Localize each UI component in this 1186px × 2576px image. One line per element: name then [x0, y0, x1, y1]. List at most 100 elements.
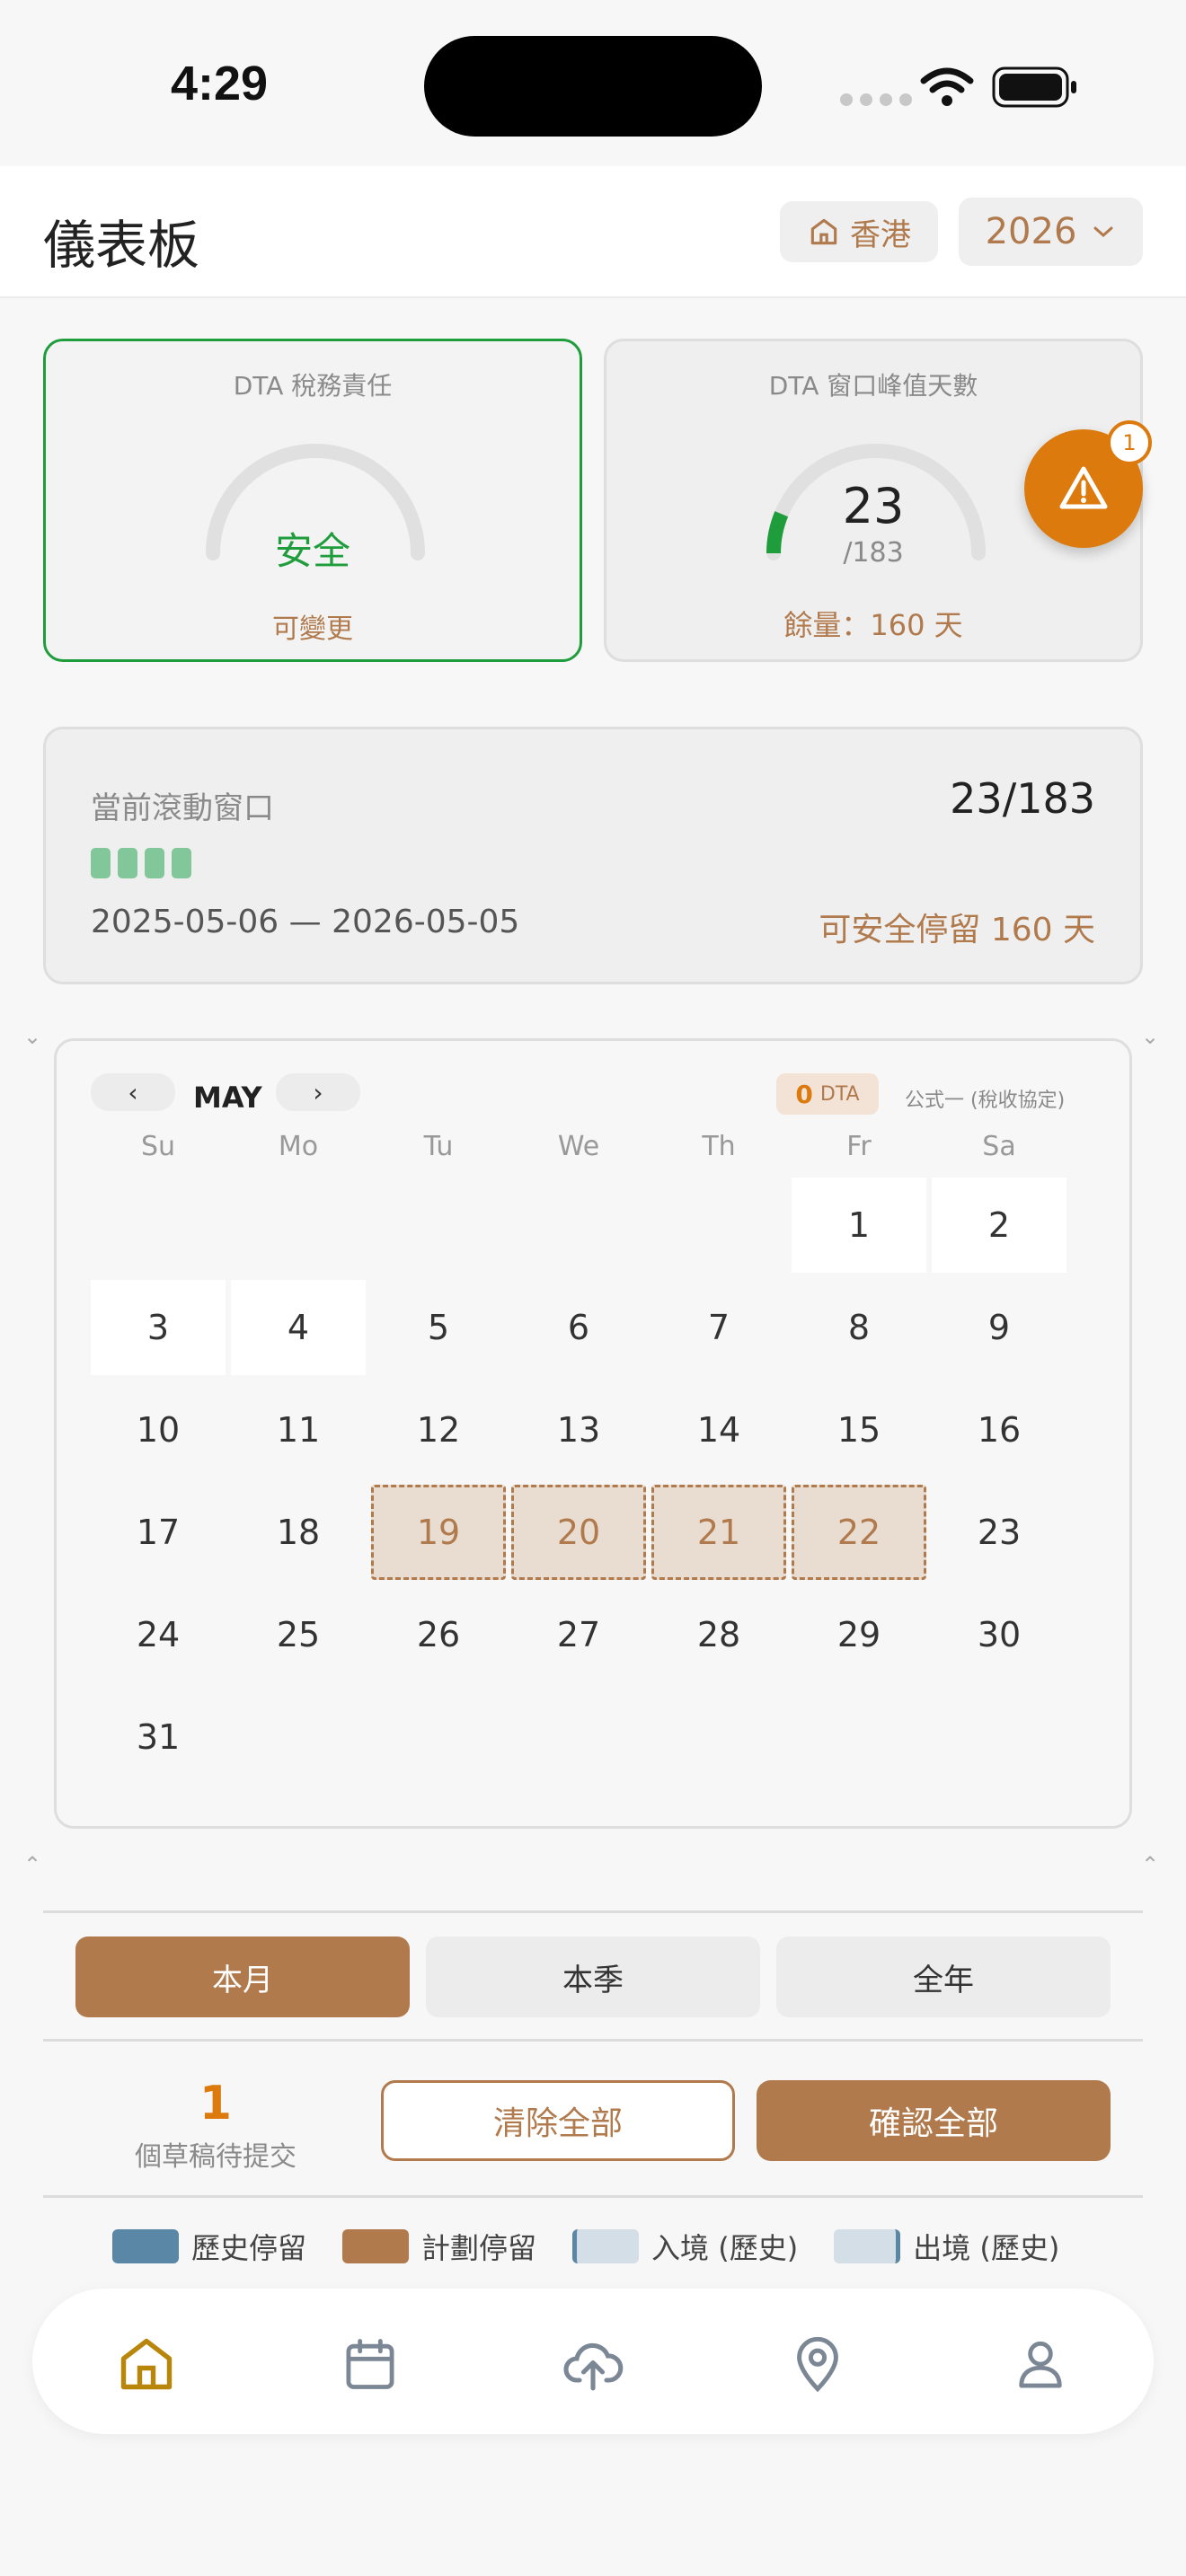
- calendar-day-20[interactable]: 20: [511, 1485, 646, 1580]
- dta-liability-card[interactable]: DTA 稅務責任 安全 可變更: [43, 339, 582, 662]
- dta-chip-label: DTA: [819, 1082, 860, 1106]
- window-range: 2025-05-06 — 2026-05-05: [91, 904, 520, 940]
- peak-remaining: 餘量：160 天: [783, 608, 963, 642]
- next-month-button[interactable]: ›: [276, 1073, 360, 1111]
- calendar-day-19[interactable]: 19: [371, 1485, 506, 1580]
- region-label: 香港: [850, 216, 911, 253]
- prev-month-button[interactable]: ‹: [91, 1073, 175, 1111]
- legend-swatch: [572, 2229, 640, 2263]
- calendar-day-30[interactable]: 30: [932, 1587, 1067, 1682]
- legend-label: 歷史停留: [191, 2231, 307, 2265]
- calendar-day-11[interactable]: 11: [231, 1382, 366, 1478]
- confirm-all-button[interactable]: 確認全部: [757, 2080, 1111, 2161]
- draft-count: 1: [199, 2077, 233, 2130]
- tab-quarter[interactable]: 本季: [426, 1936, 760, 2017]
- page-title: 儀表板: [43, 215, 200, 276]
- window-safe-stay: 可安全停留 160 天: [819, 912, 1095, 948]
- home-icon: [120, 2338, 173, 2390]
- tab-month[interactable]: 本月: [75, 1936, 410, 2017]
- calendar-day-23[interactable]: 23: [932, 1485, 1067, 1580]
- calendar-day-28[interactable]: 28: [651, 1587, 786, 1682]
- location-icon: [797, 2336, 838, 2393]
- calendar-day-31[interactable]: 31: [91, 1689, 226, 1785]
- liability-note: 可變更: [272, 613, 353, 645]
- calendar-day-15[interactable]: 15: [792, 1382, 926, 1478]
- calendar-day-18[interactable]: 18: [231, 1485, 366, 1580]
- dta-count: 0: [795, 1079, 813, 1109]
- alert-count-badge: 1: [1107, 420, 1152, 465]
- calendar-day-22[interactable]: 22: [792, 1485, 926, 1580]
- calendar-day-16[interactable]: 16: [932, 1382, 1067, 1478]
- calendar-day-5[interactable]: 5: [371, 1280, 506, 1375]
- calendar-day-2[interactable]: 2: [932, 1178, 1067, 1273]
- weekday-label: Th: [702, 1131, 736, 1162]
- calendar-day-21[interactable]: 21: [651, 1485, 786, 1580]
- warning-icon: [1059, 466, 1108, 509]
- calendar-day-27[interactable]: 27: [511, 1587, 646, 1682]
- legend-item-entry: 入境 (歷史): [572, 2226, 798, 2267]
- tab-calendar[interactable]: [334, 2328, 406, 2400]
- calendar-day-26[interactable]: 26: [371, 1587, 506, 1682]
- divider: [43, 1910, 1143, 1913]
- tab-home[interactable]: [111, 2328, 182, 2400]
- calendar-day-4[interactable]: 4: [231, 1280, 366, 1375]
- weekday-label: Tu: [423, 1131, 454, 1162]
- window-label: 當前滾動窗口: [91, 790, 274, 826]
- calendar-day-25[interactable]: 25: [231, 1587, 366, 1682]
- calendar-day-12[interactable]: 12: [371, 1382, 506, 1478]
- rolling-window-card[interactable]: 當前滾動窗口 23/183 2025-05-06 — 2026-05-05 可安…: [43, 727, 1143, 984]
- month-label: MAY: [193, 1081, 262, 1115]
- year-label: 2026: [985, 211, 1077, 252]
- swipe-corner-mark: ⌄: [1141, 1024, 1160, 1049]
- swipe-corner-mark: ⌄: [23, 1024, 42, 1049]
- card-label: DTA 稅務責任: [233, 371, 393, 401]
- calendar-day-24[interactable]: 24: [91, 1587, 226, 1682]
- divider: [43, 2039, 1143, 2042]
- calendar-day-6[interactable]: 6: [511, 1280, 646, 1375]
- clear-all-button[interactable]: 清除全部: [381, 2080, 735, 2161]
- legend-label: 入境 (歷史): [651, 2231, 799, 2265]
- tab-location[interactable]: [782, 2328, 854, 2400]
- dta-count-chip: 0 DTA: [776, 1073, 879, 1115]
- legend-label: 出境 (歷史): [913, 2231, 1060, 2265]
- treaty-note: 公式一 (稅收協定): [905, 1090, 1066, 1112]
- calendar-day-8[interactable]: 8: [792, 1280, 926, 1375]
- legend-swatch: [834, 2229, 901, 2263]
- signal-icon: [840, 93, 912, 106]
- tab-profile[interactable]: [1005, 2328, 1076, 2400]
- window-ratio: 23/183: [950, 774, 1095, 823]
- legend-label: 計劃停留: [421, 2231, 537, 2265]
- calendar-day-7[interactable]: 7: [651, 1280, 786, 1375]
- region-selector[interactable]: 香港: [780, 201, 938, 262]
- calendar: ‹ MAY › 0 DTA 公式一 (稅收協定) Su Mo Tu We Th Fr Sa 1…: [54, 1038, 1132, 1829]
- calendar-day-13[interactable]: 13: [511, 1382, 646, 1478]
- chevron-down-icon: [1093, 226, 1113, 238]
- calendar-day-29[interactable]: 29: [792, 1587, 926, 1682]
- legend: 歷史停留 計劃停留 入境 (歷史) 出境 (歷史): [112, 2226, 1059, 2267]
- swipe-corner-mark: ⌃: [1141, 1852, 1160, 1877]
- calendar-day-9[interactable]: 9: [932, 1280, 1067, 1375]
- card-label: DTA 窗口峰值天數: [768, 371, 978, 401]
- tab-year[interactable]: 全年: [776, 1936, 1111, 2017]
- tab-upload[interactable]: [557, 2328, 629, 2400]
- calendar-icon: [346, 2339, 394, 2389]
- legend-swatch: [342, 2229, 410, 2263]
- dynamic-island: [424, 36, 762, 137]
- weekday-label: Mo: [278, 1131, 319, 1162]
- wifi-icon: [920, 67, 974, 106]
- calendar-day-14[interactable]: 14: [651, 1382, 786, 1478]
- liability-status: 安全: [274, 529, 350, 573]
- calendar-day-17[interactable]: 17: [91, 1485, 226, 1580]
- calendar-day-1[interactable]: 1: [792, 1178, 926, 1273]
- calendar-day-3[interactable]: 3: [91, 1280, 226, 1375]
- year-selector[interactable]: 2026: [959, 198, 1143, 266]
- legend-swatch: [112, 2229, 179, 2263]
- profile-icon: [1019, 2341, 1062, 2388]
- weekday-label: Su: [140, 1131, 176, 1162]
- legend-item-planned: 計劃停留: [342, 2226, 536, 2267]
- swipe-corner-mark: ⌃: [23, 1852, 42, 1877]
- weekday-label: We: [557, 1131, 600, 1162]
- calendar-day-10[interactable]: 10: [91, 1382, 226, 1478]
- legend-item-exit: 出境 (歷史): [834, 2226, 1059, 2267]
- divider: [43, 2195, 1143, 2198]
